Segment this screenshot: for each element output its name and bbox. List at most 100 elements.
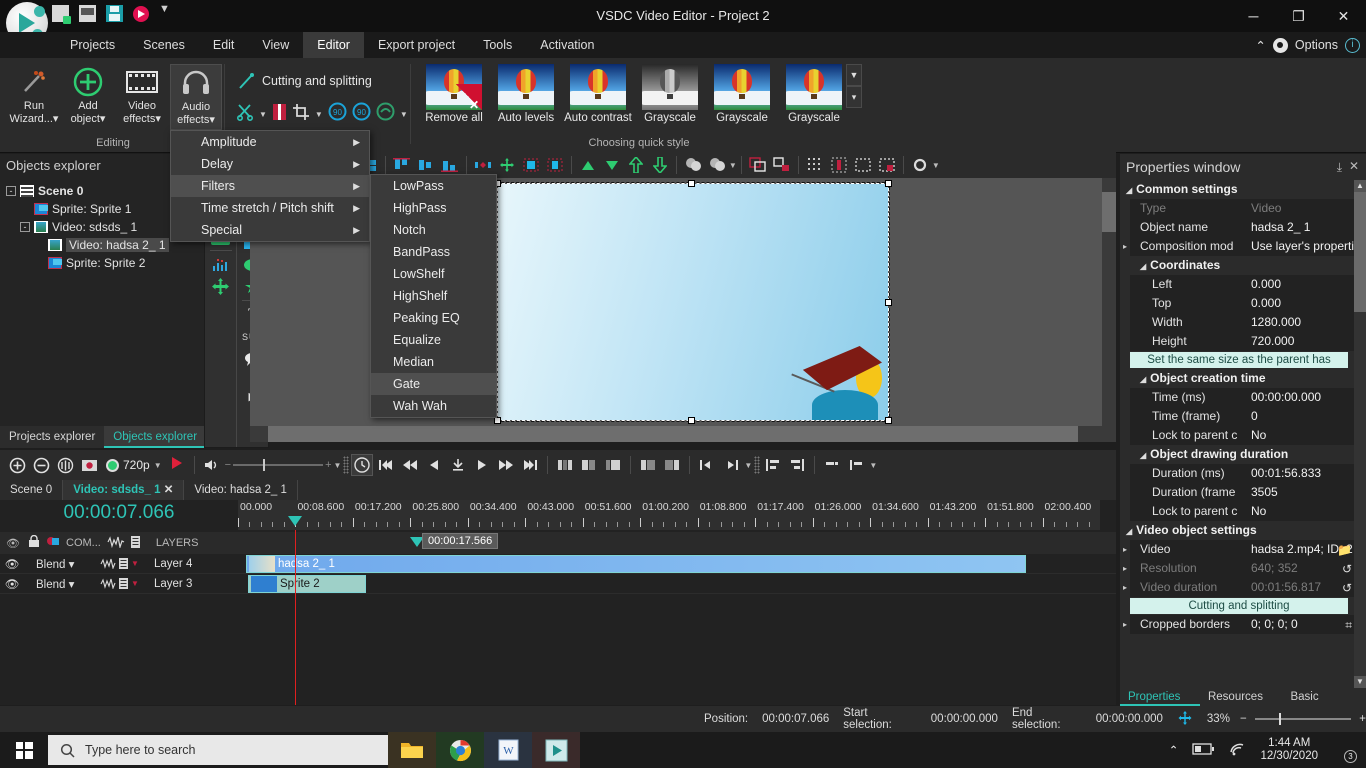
property-value[interactable]: 0; 0; 0; 0 ⌗ <box>1246 614 1354 634</box>
properties-action-button[interactable]: Set the same size as the parent has <box>1130 352 1348 368</box>
menu-item-median[interactable]: Median <box>371 351 496 373</box>
handle-tc[interactable] <box>688 180 695 187</box>
volume-dropdown-icon[interactable]: ▼ <box>334 461 342 470</box>
crop-icon[interactable]: ⌗ <box>1345 616 1352 634</box>
quick-style-item[interactable]: Auto levels <box>490 64 562 124</box>
bring-forward-icon[interactable] <box>578 155 598 175</box>
properties-group-header[interactable]: ◢ Object drawing duration <box>1120 445 1354 464</box>
property-row[interactable]: ▸ Video hadsa 2.mp4; ID=2 📁 <box>1120 539 1354 559</box>
handle-bl[interactable] <box>494 417 501 424</box>
quick-style-item[interactable]: Grayscale <box>706 64 778 124</box>
menu-item-time-stretch-pitch-shift[interactable]: Time stretch / Pitch shift ▶ <box>171 197 369 219</box>
more-icon[interactable] <box>159 3 173 21</box>
handle-bc[interactable] <box>688 417 695 424</box>
property-expander-icon[interactable]: ▸ <box>1120 545 1130 554</box>
center-canvas-icon[interactable] <box>497 155 517 175</box>
menu-item-bandpass[interactable]: BandPass <box>371 241 496 263</box>
scissors-dropdown-icon[interactable]: ▼ <box>259 110 267 119</box>
quick-style-scroll-down-icon[interactable]: ▼ <box>846 64 862 86</box>
duplicate-icon[interactable] <box>748 155 768 175</box>
menu-item-gate[interactable]: Gate <box>371 373 496 395</box>
property-value[interactable]: Use layer's properties <box>1246 236 1354 256</box>
grid-icon[interactable] <box>805 155 825 175</box>
property-row[interactable]: Lock to parent c No <box>1120 501 1354 521</box>
minimize-button[interactable]: ─ <box>1231 0 1276 32</box>
open-project-icon[interactable] <box>79 5 96 22</box>
quick-style-item[interactable]: Auto contrast <box>562 64 634 124</box>
clock-icon[interactable] <box>351 454 374 476</box>
group-collapse-icon[interactable]: ◢ <box>1140 375 1146 384</box>
settings-dropdown-icon[interactable]: ▼ <box>932 161 940 170</box>
resolution-selector[interactable]: 720p ▼ <box>106 456 184 475</box>
menu-view[interactable]: View <box>248 32 303 58</box>
menu-item-peaking-eq[interactable]: Peaking EQ <box>371 307 496 329</box>
property-expander-icon[interactable]: ▸ <box>1120 583 1130 592</box>
new-project-icon[interactable] <box>52 5 71 24</box>
timeline-ruler[interactable]: 00.000 00:08.600 00:17.200 00:25.800 00:34.4… <box>238 500 1100 530</box>
timeline[interactable]: 00:00:07.066 00.000 00:08.600 00:17.200 00:… <box>0 500 1116 705</box>
property-row[interactable]: Height 720.000 <box>1120 331 1354 351</box>
align-top-icon[interactable] <box>392 155 412 175</box>
property-expander-icon[interactable]: ▸ <box>1120 620 1130 629</box>
group-collapse-icon[interactable]: ◢ <box>1126 527 1132 536</box>
property-value[interactable]: 0.000 <box>1246 274 1354 294</box>
menu-item-lowshelf[interactable]: LowShelf <box>371 263 496 285</box>
chart-tool-icon[interactable] <box>211 256 231 273</box>
menu-item-notch[interactable]: Notch <box>371 219 496 241</box>
scene-tab[interactable]: Video: sdsds_ 1 ✕ <box>63 480 185 500</box>
property-value[interactable]: 3505 <box>1246 482 1354 502</box>
group-dropdown-icon[interactable]: ▼ <box>729 161 737 170</box>
close-button[interactable]: ✕ <box>1321 0 1366 32</box>
record-preview-icon[interactable] <box>170 456 184 475</box>
split-view-2-icon[interactable] <box>578 454 600 476</box>
scene-tab[interactable]: Scene 0 <box>0 480 64 500</box>
fit-width-icon[interactable] <box>521 155 541 175</box>
folder-icon[interactable]: 📁 <box>1337 541 1352 559</box>
tab-projects-explorer[interactable]: Projects explorer <box>0 426 104 448</box>
marquee-icon[interactable] <box>853 155 873 175</box>
send-to-back-icon[interactable] <box>650 155 670 175</box>
property-row[interactable]: Width 1280.000 <box>1120 312 1354 332</box>
tree-expander[interactable]: - <box>6 186 16 196</box>
property-row[interactable]: Duration (ms) 00:01:56.833 <box>1120 463 1354 483</box>
split-view-5-icon[interactable] <box>661 454 683 476</box>
property-value[interactable]: 00:01:56.817 ↺ <box>1246 577 1354 597</box>
menu-projects[interactable]: Projects <box>56 32 129 58</box>
timeline-header-row[interactable]: 👁 COM... LAYERS <box>0 532 1116 554</box>
move-tool-icon[interactable] <box>211 278 231 295</box>
menu-scenes[interactable]: Scenes <box>129 32 199 58</box>
trim-left-icon[interactable] <box>821 454 843 476</box>
eye-icon-all[interactable]: 👁 <box>4 537 22 550</box>
property-row[interactable]: ▸ Cropped borders 0; 0; 0; 0 ⌗ <box>1120 614 1354 634</box>
properties-group-header[interactable]: ◢ Video object settings <box>1120 521 1354 540</box>
last-frame-icon[interactable] <box>519 454 541 476</box>
taskbar-file-explorer[interactable] <box>388 732 436 768</box>
property-value[interactable]: 00:00:00.000 <box>1246 387 1354 407</box>
crop-dropdown-icon[interactable]: ▼ <box>315 110 323 119</box>
menu-tools[interactable]: Tools <box>469 32 526 58</box>
properties-pin-icon[interactable]: ⤓ <box>1337 160 1342 175</box>
properties-scrollbar[interactable]: ▲ ▼ <box>1354 180 1366 688</box>
layer-blend-mode[interactable]: Blend ▾ <box>24 577 100 591</box>
taskbar-word[interactable]: W <box>484 732 532 768</box>
options-area[interactable]: ⌃ Options i <box>1255 32 1360 58</box>
align-bottom-icon[interactable] <box>440 155 460 175</box>
toolbar-grip-2[interactable] <box>754 456 761 474</box>
copy-position-icon[interactable] <box>772 155 792 175</box>
waveform-icon-all[interactable] <box>107 535 125 551</box>
properties-tabs[interactable]: Properties ...Resources ...Basic effect.… <box>1120 688 1366 721</box>
menu-item-delay[interactable]: Delay ▶ <box>171 153 369 175</box>
set-in-point-icon[interactable] <box>696 454 718 476</box>
composition-icon[interactable] <box>46 535 60 551</box>
handle-tr[interactable] <box>885 180 892 187</box>
merge-icon[interactable] <box>376 102 395 126</box>
canvas-vertical-scrollbar[interactable] <box>1102 178 1116 426</box>
snapshot-icon[interactable] <box>78 454 100 476</box>
ungroup-objects-icon[interactable] <box>707 155 727 175</box>
timeline-clip[interactable]: hadsa 2_ 1 <box>246 555 1026 573</box>
lock-icon-all[interactable] <box>28 534 40 551</box>
start-button[interactable] <box>0 732 48 768</box>
quick-style-item[interactable]: Grayscale <box>634 64 706 124</box>
properties-group-header[interactable]: ◢ Object creation time <box>1120 369 1354 388</box>
property-row[interactable]: Type Video <box>1120 198 1354 218</box>
